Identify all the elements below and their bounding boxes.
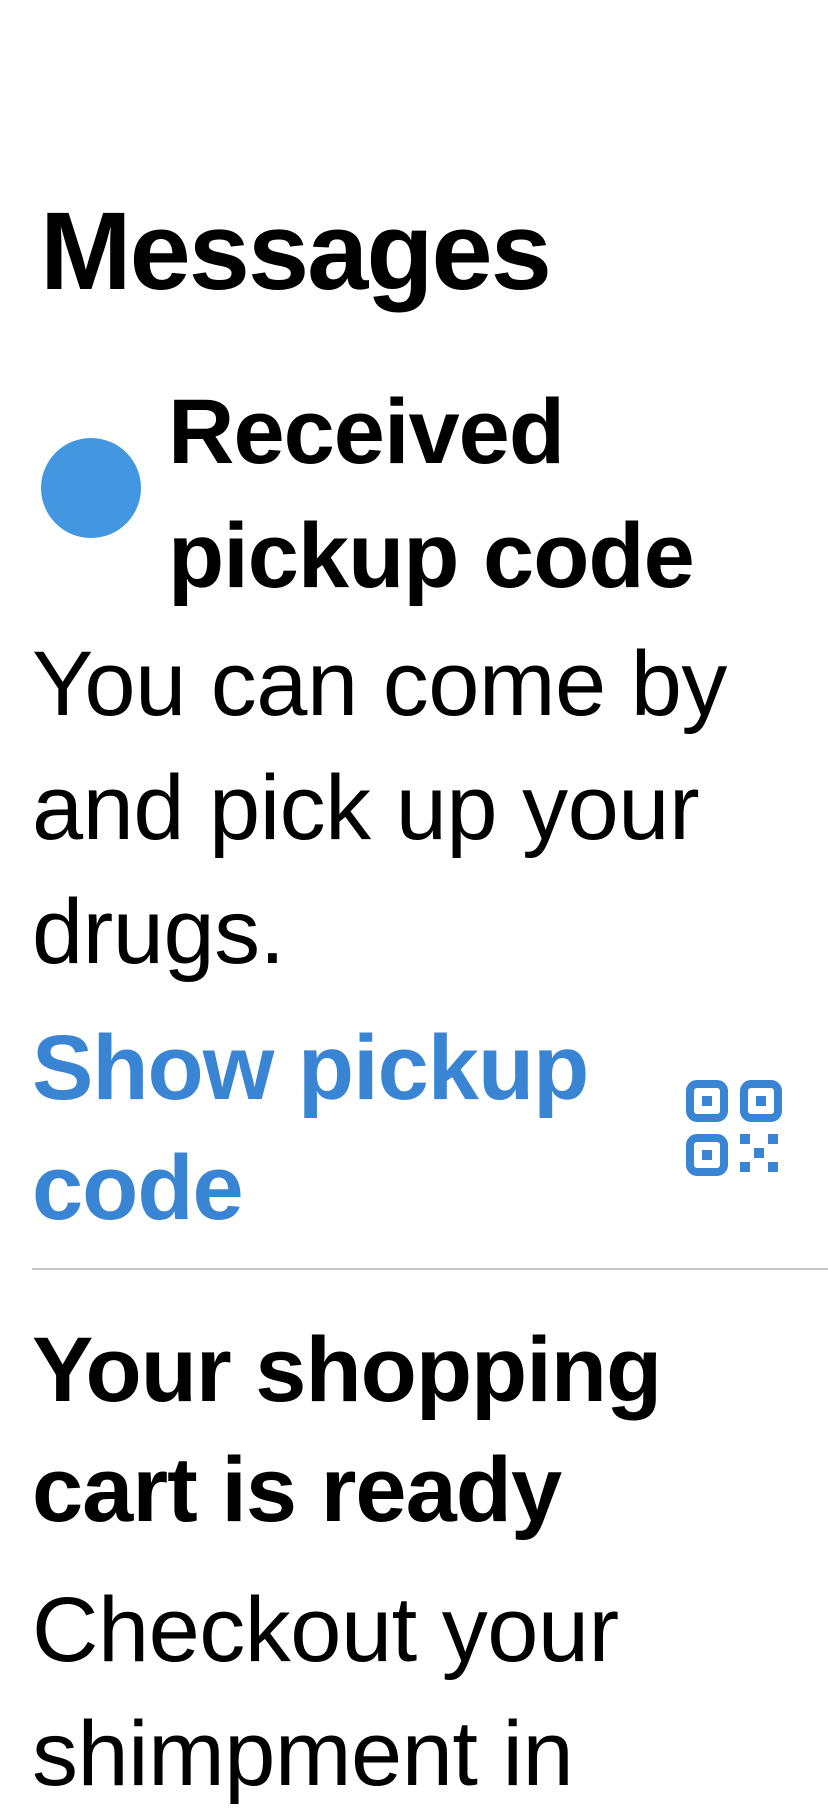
qr-code-icon[interactable] <box>686 1080 782 1176</box>
page-title: Messages <box>40 190 552 313</box>
message-title: Your shopping cart is ready <box>32 1319 662 1541</box>
message-body: You can come by and pick up your drugs. <box>32 633 727 983</box>
unread-indicator-dot <box>41 438 141 538</box>
message-divider <box>32 1268 828 1270</box>
message-title: Received pickup code <box>168 381 695 607</box>
show-pickup-code-link[interactable]: Show pickup code <box>32 1008 652 1248</box>
message-body: Checkout your shimpment in <box>32 1579 619 1805</box>
